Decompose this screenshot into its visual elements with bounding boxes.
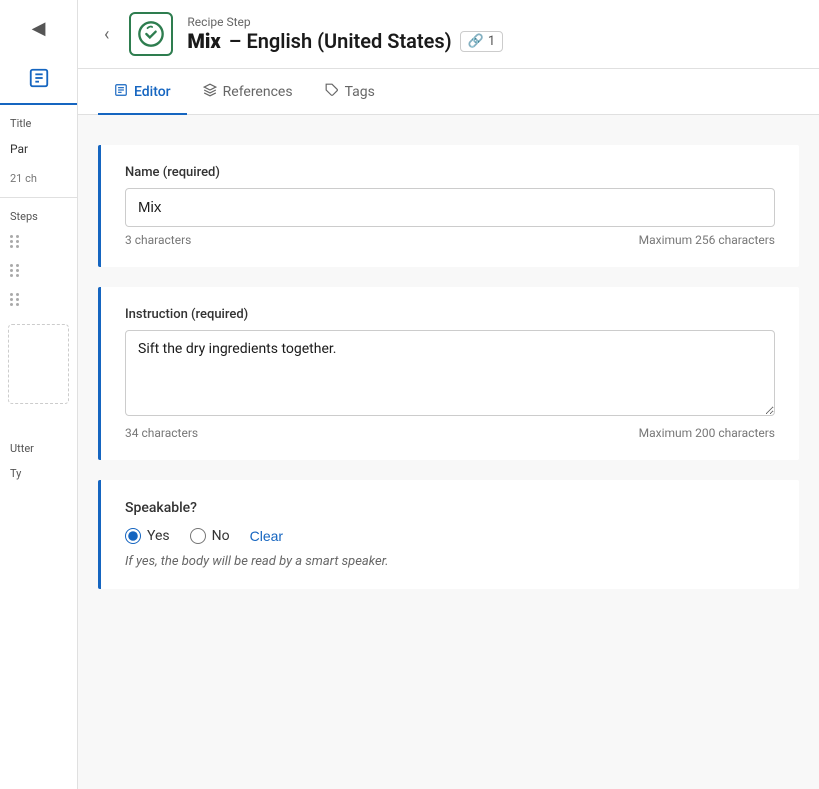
references-tab-icon [203,83,217,101]
form-content: Name (required) 3 characters Maximum 256… [78,115,819,789]
instruction-label: Instruction (required) [125,307,775,322]
tab-tags-label: Tags [345,84,375,100]
name-section: Name (required) 3 characters Maximum 256… [98,145,799,267]
editor-tab-icon [114,83,128,101]
drag-handle-1 [10,235,20,248]
instruction-section: Instruction (required) Sift the dry ingr… [98,287,799,460]
header-title-bold: Mix [187,29,220,53]
name-char-count: 3 characters [125,233,191,247]
speakable-section: Speakable? Yes No Clear If yes, the body… [98,480,799,589]
instruction-char-count-row: 34 characters Maximum 200 characters [125,426,775,440]
header-title-rest: – English (United States) [229,29,452,53]
left-panel: ◀ Title Par 21 ch Steps [0,0,78,789]
header-back-button[interactable]: ‹ [98,22,115,47]
name-input[interactable] [125,188,775,227]
tab-references-label: References [223,84,293,100]
title-label: Title [0,109,77,134]
instruction-char-count: 34 characters [125,426,198,440]
speakable-yes-option[interactable]: Yes [125,528,170,544]
utter-label: Utter [0,434,77,459]
main-panel: ‹ Recipe Step Mix – English (United Stat… [78,0,819,789]
drop-zone [8,324,69,404]
speakable-clear-button[interactable]: Clear [250,528,283,544]
header-subtitle: Recipe Step [187,15,503,29]
header-title: Mix – English (United States) 🔗 1 [187,29,503,53]
name-char-max: Maximum 256 characters [639,233,775,247]
speakable-label: Speakable? [125,500,775,516]
recipe-step-icon [129,12,173,56]
header: ‹ Recipe Step Mix – English (United Stat… [78,0,819,69]
link-badge[interactable]: 🔗 1 [460,31,504,52]
tab-editor-label: Editor [134,84,171,100]
header-text: Recipe Step Mix – English (United States… [187,15,503,53]
speakable-yes-radio[interactable] [125,528,141,544]
back-arrow-icon: ‹ [104,24,109,45]
step-item-1[interactable] [0,227,77,256]
link-icon: 🔗 [468,34,484,49]
link-count: 1 [488,34,495,49]
chevron-left-icon: ◀ [32,18,46,39]
tags-tab-icon [325,83,339,101]
step-item-2[interactable] [0,256,77,285]
tab-tags[interactable]: Tags [309,69,391,115]
type-label: Ty [0,459,77,484]
name-label: Name (required) [125,165,775,180]
title-value: Par [0,134,77,164]
speakable-radio-group: Yes No Clear [125,528,775,544]
sidebar-back-button[interactable]: ◀ [0,10,77,47]
name-char-count-row: 3 characters Maximum 256 characters [125,233,775,247]
instruction-textarea[interactable]: Sift the dry ingredients together. [125,330,775,416]
steps-label: Steps [0,202,77,227]
step-item-3[interactable] [0,285,77,314]
speakable-no-radio[interactable] [190,528,206,544]
tab-bar: Editor References Tags [78,69,819,115]
speakable-no-option[interactable]: No [190,528,230,544]
sidebar-page-icon [0,57,77,99]
instruction-char-max: Maximum 200 characters [639,426,775,440]
speakable-no-label: No [212,528,230,544]
speakable-hint: If yes, the body will be read by a smart… [125,554,775,569]
tab-references[interactable]: References [187,69,309,115]
char-count: 21 ch [0,164,77,193]
drag-handle-3 [10,293,20,306]
speakable-yes-label: Yes [147,528,170,544]
drag-handle-2 [10,264,20,277]
tab-editor[interactable]: Editor [98,69,187,115]
